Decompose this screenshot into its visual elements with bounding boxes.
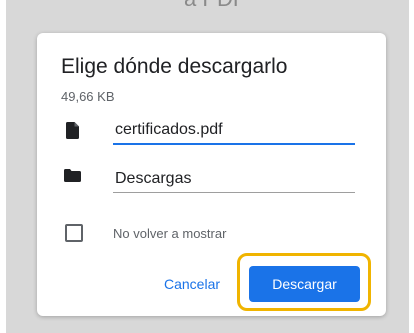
file-size: 49,66 KB [61, 89, 115, 104]
dont-show-again-label: No volver a mostrar [113, 226, 227, 241]
download-dialog: Elige dónde descargarlo 49,66 KB No volv… [37, 33, 386, 316]
folder-icon [64, 169, 81, 182]
cancel-button[interactable]: Cancelar [152, 269, 232, 299]
location-field[interactable] [113, 165, 355, 193]
filename-input[interactable] [113, 117, 355, 145]
background-text: a PDF [184, 0, 246, 12]
file-icon [66, 122, 79, 139]
download-button[interactable]: Descargar [249, 266, 360, 302]
dont-show-again-checkbox[interactable] [65, 224, 83, 242]
dialog-title: Elige dónde descargarlo [61, 55, 288, 78]
